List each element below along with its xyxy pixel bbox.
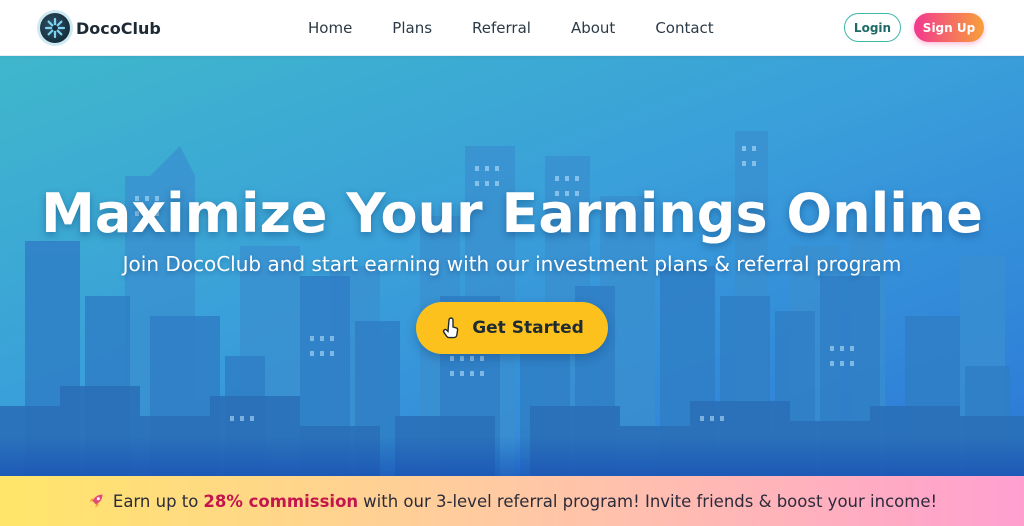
city-skyline-illustration (0, 131, 1024, 476)
login-button[interactable]: Login (844, 13, 901, 42)
signup-button[interactable]: Sign Up (914, 13, 984, 42)
hero-title: Maximize Your Earnings Online (41, 182, 983, 245)
hero-section: Maximize Your Earnings Online Join DocoC… (0, 56, 1024, 476)
get-started-button[interactable]: Get Started (416, 302, 608, 354)
brand-name: DocoClub (76, 18, 161, 38)
promo-text: Earn up to 28% commission with our 3-lev… (87, 492, 937, 511)
nav-item-contact[interactable]: Contact (655, 19, 713, 37)
promo-text-after: with our 3-level referral program! Invit… (363, 491, 938, 511)
referral-promo-banner: Earn up to 28% commission with our 3-lev… (0, 476, 1024, 526)
hero-bottom-shade (0, 436, 1024, 476)
snowflake-icon (40, 13, 70, 43)
rocket-icon (87, 492, 105, 510)
hero-subtitle: Join DocoClub and start earning with our… (122, 252, 902, 276)
pointer-hand-icon (440, 317, 462, 339)
nav-item-about[interactable]: About (571, 19, 615, 37)
nav-item-plans[interactable]: Plans (392, 19, 432, 37)
brand[interactable]: DocoClub (40, 12, 161, 44)
promo-text-before: Earn up to (112, 491, 199, 511)
site-header: DocoClub Home Plans Referral About Conta… (0, 0, 1024, 56)
promo-commission-highlight: 28% commission (203, 491, 359, 511)
main-nav: Home Plans Referral About Contact (308, 0, 754, 56)
get-started-label: Get Started (472, 318, 584, 338)
nav-item-home[interactable]: Home (308, 19, 352, 37)
nav-item-referral[interactable]: Referral (472, 19, 531, 37)
